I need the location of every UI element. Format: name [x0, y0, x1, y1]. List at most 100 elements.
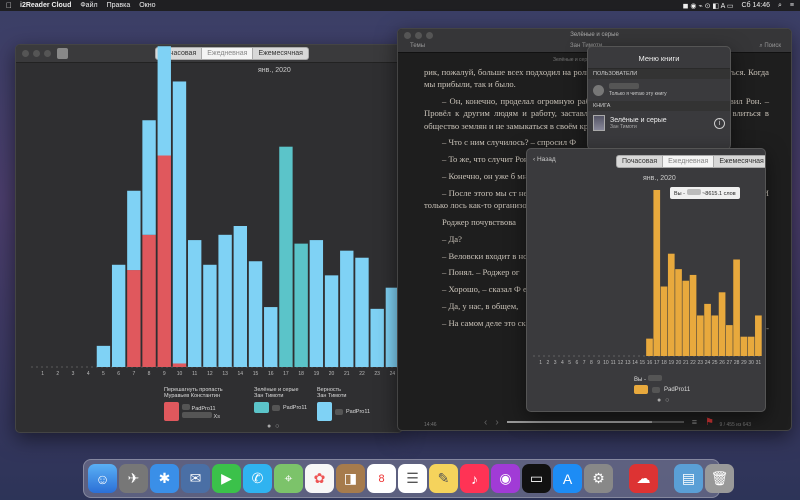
book-row[interactable]: Зелёные и серые Зан Тимоти i	[588, 111, 730, 135]
prev-page-icon[interactable]: ‹	[484, 417, 487, 428]
bar[interactable]	[740, 336, 748, 356]
bar[interactable]	[294, 243, 308, 367]
bar[interactable]	[747, 336, 755, 356]
x-tick-label: 20	[329, 371, 335, 377]
legend-item[interactable]: Зелёные и серые Зан Тимоти PadPro11	[254, 387, 309, 424]
bar[interactable]	[733, 259, 740, 356]
bookmark-icon[interactable]: ⚑	[705, 417, 714, 428]
reader-time: 14:46	[424, 422, 437, 428]
app-menu[interactable]: i2Reader Cloud	[20, 2, 71, 9]
bar[interactable]	[248, 261, 263, 367]
bar[interactable]	[157, 155, 171, 368]
reminders-icon[interactable]: ☰	[398, 464, 427, 493]
x-tick-label: 18	[298, 371, 304, 377]
mail-icon[interactable]: ✉	[181, 464, 210, 493]
bar[interactable]	[111, 264, 126, 367]
themes-button[interactable]: Темы	[410, 43, 425, 49]
bar[interactable]	[675, 269, 682, 356]
toc-icon[interactable]: ≡	[692, 417, 697, 427]
music-icon[interactable]: ♪	[460, 464, 489, 493]
bar[interactable]	[172, 363, 187, 367]
messages-icon[interactable]: ✆	[243, 464, 272, 493]
facetime-icon[interactable]: ▶	[212, 464, 241, 493]
search-button[interactable]: ⌕ Поиск	[759, 43, 781, 50]
status-icons[interactable]: ◼ ◉ ⌁ ⊙ ◧ A ▭	[683, 2, 734, 10]
menu-edit[interactable]: Правка	[107, 2, 131, 9]
bar[interactable]	[755, 315, 762, 356]
bar[interactable]	[96, 345, 111, 367]
menu-window[interactable]: Окно	[139, 2, 155, 9]
bar[interactable]	[203, 264, 217, 367]
trash-icon[interactable]: 🗑	[705, 464, 734, 493]
bar[interactable]	[653, 190, 661, 356]
legend-item[interactable]: Перешагнуть пропасть Муравьев Константин…	[164, 387, 246, 424]
bar[interactable]	[711, 315, 719, 356]
photos-icon[interactable]: ✿	[305, 464, 334, 493]
menubar:  i2Reader Cloud Файл Правка Окно ◼ ◉ ⌁ …	[0, 0, 800, 11]
bar[interactable]	[309, 240, 324, 367]
bar[interactable]	[127, 190, 141, 271]
search-icon[interactable]: ⌕	[778, 2, 782, 10]
bar[interactable]	[324, 275, 339, 367]
bar[interactable]	[667, 253, 675, 356]
x-tick-label: 17	[283, 371, 289, 377]
x-tick-label: 5	[102, 371, 105, 377]
tv-icon[interactable]: ▭	[522, 464, 551, 493]
bar[interactable]	[142, 120, 156, 235]
x-tick-label: 23	[698, 360, 704, 366]
x-tick-label: 25	[712, 360, 718, 366]
i2reader-icon[interactable]: ☁	[629, 464, 658, 493]
bar[interactable]	[370, 308, 384, 367]
bar[interactable]	[157, 46, 171, 156]
progress-slider[interactable]	[506, 421, 684, 423]
next-page-icon[interactable]: ›	[495, 417, 498, 428]
bar[interactable]	[264, 307, 278, 367]
bar[interactable]	[355, 257, 369, 367]
apple-icon[interactable]: 	[6, 1, 12, 10]
menu-list-icon[interactable]: ≡	[790, 2, 794, 9]
app-store-icon[interactable]: A	[553, 464, 582, 493]
bar[interactable]	[340, 250, 354, 367]
bar[interactable]	[682, 280, 690, 356]
bar[interactable]	[726, 325, 733, 356]
bar[interactable]	[187, 240, 202, 367]
bar[interactable]	[704, 303, 711, 356]
page-indicator[interactable]: ● ○	[267, 423, 280, 430]
system-preferences-icon[interactable]: ⚙	[584, 464, 613, 493]
legend-swatch	[317, 402, 332, 421]
chart-legend: Вы - PadPro11	[634, 375, 690, 394]
clock[interactable]: Сб 14:46	[741, 2, 770, 9]
bar[interactable]	[718, 292, 726, 356]
bar[interactable]	[142, 234, 156, 367]
launchpad-icon[interactable]: ✈	[119, 464, 148, 493]
bar[interactable]	[218, 234, 232, 367]
bar[interactable]	[646, 338, 653, 356]
safari-icon[interactable]: ✱	[150, 464, 179, 493]
bar[interactable]	[172, 81, 187, 364]
bar[interactable]	[279, 146, 293, 367]
contacts-icon[interactable]: ◨	[336, 464, 365, 493]
calendar-icon[interactable]: 8	[367, 464, 396, 493]
menu-file[interactable]: Файл	[80, 2, 97, 9]
bar[interactable]	[696, 315, 704, 356]
page-indicator[interactable]: ● ○	[657, 397, 670, 404]
x-tick-label: 23	[374, 371, 380, 377]
maps-icon[interactable]: ⌖	[274, 464, 303, 493]
bar[interactable]	[689, 274, 697, 356]
notes-icon[interactable]: ✎	[429, 464, 458, 493]
bar[interactable]	[127, 270, 141, 367]
x-tick-label: 11	[192, 371, 197, 377]
finder-icon[interactable]: ☺	[88, 464, 117, 493]
info-icon[interactable]: i	[714, 117, 725, 129]
book-section-header: КНИГА	[588, 101, 730, 111]
user-row[interactable]: Только я читаю эту книгу	[588, 79, 730, 101]
legend-swatch	[164, 402, 179, 421]
legend-device: PadPro11	[191, 405, 216, 412]
bar[interactable]	[233, 226, 248, 367]
x-tick-label: 16	[647, 360, 653, 366]
downloads-folder-icon[interactable]: ▤	[674, 464, 703, 493]
bar[interactable]	[660, 286, 668, 356]
legend-item[interactable]: Верность Зан Тимоти PadPro11	[317, 387, 377, 424]
chart-legend: Перешагнуть пропасть Муравьев Константин…	[164, 387, 377, 424]
podcasts-icon[interactable]: ◉	[491, 464, 520, 493]
